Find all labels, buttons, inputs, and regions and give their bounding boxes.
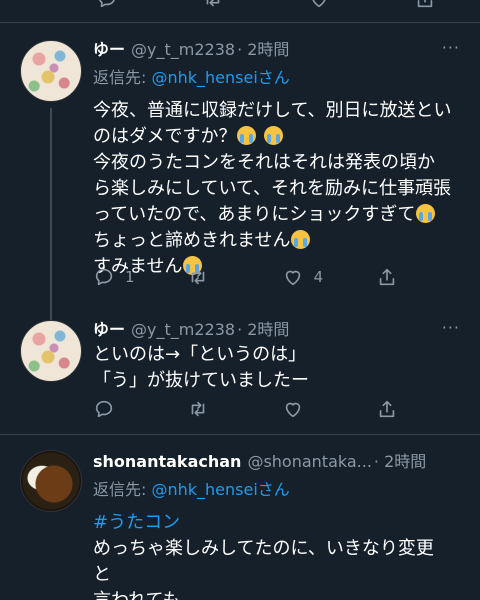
user-handle[interactable]: @shonantaka...	[247, 452, 371, 471]
display-name[interactable]: ゆー	[93, 316, 125, 340]
reply-to: 返信先: @nhk_henseiさん	[93, 476, 473, 500]
text-line: ら楽しみにしていて、それを励みに仕事頑張	[93, 178, 452, 199]
reply-to-user-link[interactable]: @nhk_henseiさん	[151, 480, 289, 499]
like-icon	[282, 266, 304, 288]
share-icon	[376, 398, 398, 420]
reply-to-prefix: 返信先:	[93, 68, 152, 87]
tweet-text: #うたコン めっちゃ楽しみしてたのに、いきなり変更 と 言われても	[93, 510, 473, 600]
timeline: ··· ゆー @y_t_m2238 · 2時間 返信先: @nhk_hensei…	[0, 0, 480, 600]
like-count: 4	[313, 268, 324, 286]
user-handle[interactable]: @y_t_m2238	[131, 320, 235, 339]
avatar[interactable]	[20, 450, 82, 512]
retweet-button[interactable]	[187, 266, 247, 288]
like-icon	[282, 398, 304, 420]
tweet-header: ゆー @y_t_m2238 · 2時間	[93, 316, 463, 340]
previous-tweet-actions	[96, 0, 436, 10]
reply-count: 1	[125, 268, 135, 286]
reply-button[interactable]	[93, 398, 153, 420]
tweet-actions: 1 4	[93, 266, 398, 288]
hashtag-link[interactable]: #うたコン	[93, 510, 473, 536]
avatar[interactable]	[20, 320, 82, 382]
retweet-icon	[187, 266, 209, 288]
text-line: といのは→「というのは」	[93, 344, 307, 365]
text-line: 言われても	[93, 588, 473, 600]
share-button[interactable]	[376, 398, 398, 420]
reply-icon	[93, 398, 115, 420]
share-button[interactable]	[376, 266, 398, 288]
crying-face-emoji	[237, 126, 257, 145]
display-name[interactable]: shonantakachan	[93, 452, 241, 471]
tweet-text: といのは→「というのは」 「う」が抜けていましたー	[93, 342, 463, 394]
text-line: のはダメですか？	[93, 124, 463, 150]
timestamp[interactable]: · 2時間	[374, 448, 426, 472]
reply-to: 返信先: @nhk_henseiさん	[93, 64, 463, 88]
reply-to-prefix: 返信先:	[93, 480, 152, 499]
crying-face-emoji	[416, 204, 436, 223]
tweet[interactable]: ··· ゆー @y_t_m2238 · 2時間 といのは→「というのは」 「う」…	[0, 302, 480, 434]
tweet[interactable]: ··· ゆー @y_t_m2238 · 2時間 返信先: @nhk_hensei…	[0, 22, 480, 338]
reply-icon	[93, 266, 115, 288]
like-button[interactable]	[282, 398, 342, 420]
text-line: めっちゃ楽しみしてたのに、いきなり変更	[93, 538, 434, 559]
text-line: ちょっと諦めきれません	[93, 228, 463, 254]
avatar[interactable]	[20, 40, 82, 102]
crying-face-emoji	[264, 126, 284, 145]
text-line: っていたので、あまりにショックすぎて	[93, 202, 463, 228]
user-handle[interactable]: @y_t_m2238	[131, 40, 235, 59]
like-icon[interactable]	[308, 0, 330, 10]
text-line: 今夜のうたコンをそれはそれは発表の頃か	[93, 152, 435, 173]
retweet-button[interactable]	[187, 398, 247, 420]
like-button[interactable]: 4	[282, 266, 342, 288]
retweet-icon[interactable]	[202, 0, 224, 10]
text-line: 今夜、普通に収録だけして、別日に放送とい	[93, 100, 452, 121]
retweet-icon	[187, 398, 209, 420]
crying-face-emoji	[291, 230, 311, 249]
tweet-header: ゆー @y_t_m2238 · 2時間	[93, 36, 463, 60]
tweet[interactable]: shonantakachan @shonantaka... · 2時間 返信先:…	[0, 434, 480, 600]
reply-button[interactable]: 1	[93, 266, 153, 288]
tweet-header: shonantakachan @shonantaka... · 2時間	[93, 448, 473, 472]
timestamp[interactable]: · 2時間	[237, 36, 289, 60]
reply-icon[interactable]	[96, 0, 118, 10]
tweet-actions	[93, 398, 398, 420]
text-line: 「う」が抜けていましたー	[93, 370, 309, 391]
share-icon[interactable]	[414, 0, 436, 10]
share-icon	[376, 266, 398, 288]
display-name[interactable]: ゆー	[93, 36, 125, 60]
tweet-text: 今夜、普通に収録だけして、別日に放送とい のはダメですか？ 今夜のうたコンをそれ…	[93, 98, 463, 280]
timestamp[interactable]: · 2時間	[237, 316, 289, 340]
text-line: と	[93, 564, 111, 585]
reply-to-user-link[interactable]: @nhk_henseiさん	[151, 68, 289, 87]
